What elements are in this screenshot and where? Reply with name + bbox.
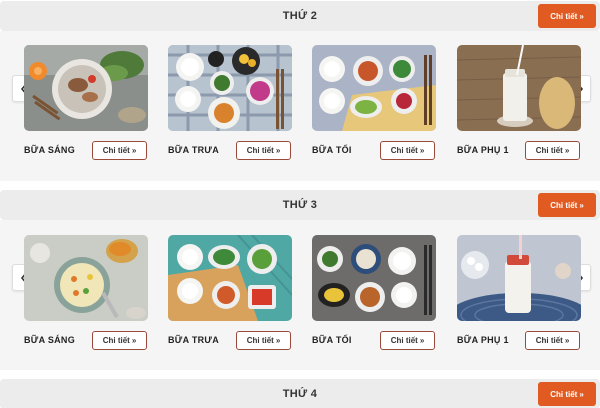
meal-detail-button[interactable]: Chi tiết »	[380, 331, 435, 350]
meal-photo[interactable]	[457, 45, 581, 131]
double-chevron-right-icon: »	[579, 11, 584, 21]
day-detail-button[interactable]: Chi tiết »	[538, 4, 596, 28]
meal-detail-button[interactable]: Chi tiết »	[92, 141, 147, 160]
day-meals-tuesday: BỮA SÁNG Chi tiết » BỮA TRƯA Chi tiết » …	[0, 220, 600, 370]
detail-button-label: Chi tiết	[102, 336, 130, 345]
day-meals-monday: BỮA SÁNG Chi tiết » BỮA TRƯA Chi tiết » …	[0, 31, 600, 181]
meal-photo[interactable]	[24, 235, 148, 321]
double-chevron-right-icon: »	[419, 336, 425, 345]
double-chevron-right-icon: »	[131, 146, 137, 155]
detail-button-label: Chi tiết	[102, 146, 130, 155]
double-chevron-right-icon: »	[275, 336, 281, 345]
double-chevron-right-icon: »	[579, 200, 584, 210]
double-chevron-right-icon: »	[564, 336, 570, 345]
meal-photo-image	[457, 235, 581, 321]
meal-photo-image	[168, 45, 292, 131]
detail-button-label: Chi tiết	[550, 11, 578, 21]
day-header-wednesday: THỨ 4 Chi tiết »	[0, 379, 600, 408]
meal-label: BỮA TỐI	[312, 145, 352, 155]
detail-button-label: Chi tiết	[246, 336, 274, 345]
double-chevron-right-icon: »	[564, 146, 570, 155]
meal-detail-button[interactable]: Chi tiết »	[525, 331, 580, 350]
detail-button-label: Chi tiết	[535, 336, 563, 345]
meal-label: BỮA SÁNG	[24, 335, 76, 345]
meal-label: BỮA TỐI	[312, 335, 352, 345]
day-header-tuesday: THỨ 3 Chi tiết »	[0, 190, 600, 220]
day-detail-button[interactable]: Chi tiết »	[538, 382, 596, 406]
meal-photo[interactable]	[168, 235, 292, 321]
meal-detail-button[interactable]: Chi tiết »	[525, 141, 580, 160]
day-title: THỨ 2	[282, 10, 318, 22]
meal-label: BỮA TRƯA	[168, 335, 219, 345]
day-header-monday: THỨ 2 Chi tiết »	[0, 1, 600, 31]
day-title: THỨ 3	[282, 199, 318, 211]
meal-photo-image	[24, 45, 148, 131]
meal-label: BỮA PHỤ 1	[457, 335, 509, 345]
meal-photo-image	[24, 235, 148, 321]
meal-photo[interactable]	[312, 45, 436, 131]
detail-button-label: Chi tiết	[535, 146, 563, 155]
meal-photo[interactable]	[457, 235, 581, 321]
meal-detail-button[interactable]: Chi tiết »	[92, 331, 147, 350]
meal-photo[interactable]	[24, 45, 148, 131]
meal-photo-image	[312, 235, 436, 321]
meal-photo[interactable]	[168, 45, 292, 131]
detail-button-label: Chi tiết	[390, 146, 418, 155]
meal-detail-button[interactable]: Chi tiết »	[380, 141, 435, 160]
double-chevron-right-icon: »	[131, 336, 137, 345]
detail-button-label: Chi tiết	[246, 146, 274, 155]
meal-label: BỮA SÁNG	[24, 145, 76, 155]
meal-label: BỮA TRƯA	[168, 145, 219, 155]
meal-label: BỮA PHỤ 1	[457, 145, 509, 155]
meal-photo-image	[168, 235, 292, 321]
meal-photo-image	[312, 45, 436, 131]
meal-detail-button[interactable]: Chi tiết »	[236, 141, 291, 160]
day-detail-button[interactable]: Chi tiết »	[538, 193, 596, 217]
day-title: THỨ 4	[282, 388, 318, 400]
meal-detail-button[interactable]: Chi tiết »	[236, 331, 291, 350]
double-chevron-right-icon: »	[419, 146, 425, 155]
double-chevron-right-icon: »	[275, 146, 281, 155]
double-chevron-right-icon: »	[579, 389, 584, 399]
detail-button-label: Chi tiết	[390, 336, 418, 345]
detail-button-label: Chi tiết	[550, 389, 578, 399]
meal-photo-image	[457, 45, 581, 131]
detail-button-label: Chi tiết	[550, 200, 578, 210]
meal-photo[interactable]	[312, 235, 436, 321]
